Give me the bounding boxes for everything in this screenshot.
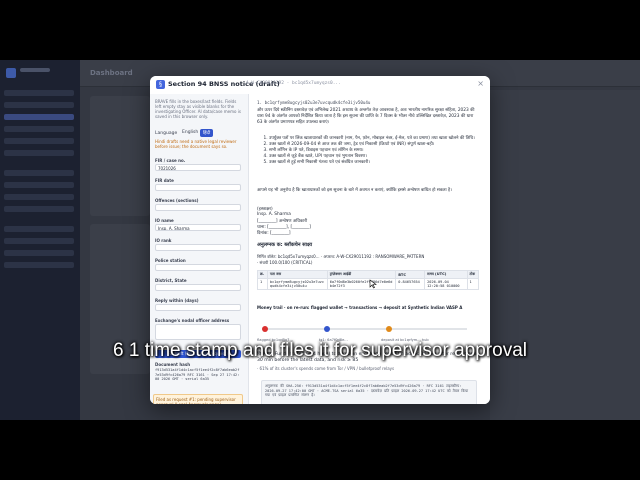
bg-nav-item	[4, 238, 74, 244]
filed-status-box: Filed as request #1: pending supervisor …	[153, 394, 243, 404]
notice-paragraph: और ऊपर दिये स्क्रीनिंग दस्तावेज़ एवं अभि…	[257, 108, 475, 125]
table-header: क्र.	[257, 270, 268, 279]
document-icon: §	[156, 80, 165, 89]
io-rank-label: IO rank	[155, 238, 172, 243]
app-logo-icon	[6, 68, 16, 78]
app-logo-text	[20, 68, 50, 72]
district-input[interactable]	[155, 284, 241, 291]
signature-line: दिनांक: [________]	[257, 231, 291, 236]
bg-nav-item	[4, 262, 74, 268]
table-cell: 1	[257, 278, 268, 290]
modal-subtitle: A-W-CX29011192 · bc1qd5x7umyqzs0...	[246, 81, 341, 86]
screen: Dashboard § Section 94 BNSS notice (draf…	[0, 60, 640, 420]
offences-label: Offences (sections)	[155, 198, 199, 203]
bg-nav-item-active	[4, 114, 74, 120]
table-header: ट्रांज़ेक्शन आईडी	[326, 270, 397, 279]
io-name-label: IO name	[155, 218, 174, 223]
bg-card	[90, 96, 150, 216]
nodal-address-label: Exchange's nodal officer address	[155, 318, 230, 323]
table-cell: 2026-09-04 12:20:58 010000	[424, 278, 468, 290]
table-cell: 6a7f0d8e3b0260fe2f9786d7e0e6db4e72f3	[326, 278, 397, 290]
bg-nav-item	[4, 194, 74, 200]
confidentiality-paragraph: आपसे यह भी अनुरोध है कि खाताधारकों को इस…	[257, 188, 452, 193]
io-name-input[interactable]: Insp. A. Sharma	[155, 224, 241, 231]
bg-nav-item	[4, 126, 74, 132]
table-header: पता स्तर	[266, 270, 328, 279]
fir-label: FIR / case no.	[155, 158, 186, 163]
hash-label: Document hash	[155, 362, 191, 367]
offences-input[interactable]	[155, 204, 241, 211]
table-row: 1 bc1qrfyme8ugcyjs02u3e7uvcqudk4cfe3ijv5…	[257, 278, 480, 290]
bg-nav-item	[4, 102, 74, 108]
table-cell: bc1qrfyme8ugcyjs02u3e7uvcqudk4cfe3ijv50u…	[266, 278, 328, 290]
trail-node-deposit	[386, 326, 392, 332]
modal-header: § Section 94 BNSS notice (draft) A-W-CX2…	[150, 76, 490, 95]
trail-node-transaction	[324, 326, 330, 332]
io-rank-input[interactable]	[155, 244, 241, 251]
fir-input[interactable]: 7021026	[155, 164, 241, 171]
bg-nav-item	[4, 182, 74, 188]
background-right-panel	[490, 90, 640, 420]
mouse-cursor-icon	[369, 279, 377, 289]
nodal-address-input[interactable]	[155, 324, 241, 340]
bg-nav-item	[4, 150, 74, 156]
fir-date-label: FIR date	[155, 178, 174, 183]
hash-summary-box: अनुलग्नक की SHA-256: f913d531a4f1d4c1acf…	[261, 380, 477, 404]
police-station-input[interactable]	[155, 264, 241, 271]
language-hindi-button[interactable]: हिंदी	[200, 129, 214, 137]
transactions-table: क्र. पता स्तर ट्रांज़ेक्शन आईडी BTC समय …	[257, 270, 480, 290]
bg-nav-item	[4, 170, 74, 176]
bg-nav-item	[4, 90, 74, 96]
table-cell: 0.84657654	[395, 278, 426, 290]
reply-days-input[interactable]	[155, 304, 241, 311]
police-station-label: Police station	[155, 258, 186, 263]
bg-nav-item	[4, 138, 74, 144]
list-item: उक्त खातों से हुई सभी निकासी गंतव्य पते …	[269, 160, 485, 166]
table-header: BTC	[395, 270, 426, 279]
money-trail-title: Money trail · on re-run: flagged wallet …	[257, 305, 463, 310]
background-sidebar	[0, 60, 80, 420]
hindi-review-warning: Hindi drafts need a native legal reviewe…	[155, 139, 237, 149]
demand-list: उपर्युक्त पतों पर लिंक खाताधारकों की जान…	[263, 136, 485, 166]
bg-nav-item	[4, 226, 74, 232]
close-icon[interactable]: ×	[477, 79, 484, 88]
table-cell: 1	[466, 278, 480, 290]
annexure-score-line: · संचयी 100.0/100 (CRITICAL)	[257, 260, 313, 265]
language-english-button[interactable]: English	[179, 129, 201, 136]
video-caption: 6 1 time stamp and files it for supervis…	[113, 340, 527, 361]
district-label: District, State	[155, 278, 187, 283]
hash-summary: अनुलग्नक की SHA-256: f913d531a4f1d4c1acf…	[265, 384, 469, 398]
table-header: समय (UTC)	[424, 270, 468, 279]
annexure-title: अनुलग्नक क: ब्लॉकचेन साक्ष्य	[257, 242, 313, 248]
reply-days-label: Reply within (days)	[155, 298, 199, 303]
bg-nav-item	[4, 250, 74, 256]
background-page-title: Dashboard	[90, 69, 133, 77]
table-header: टोक	[466, 270, 480, 279]
wallet-address: 1. bc1qrfyme8ugcyjs02u3e7uvcqudk4cfe3ijv…	[257, 100, 371, 105]
form-note: BRAVE fills in the boxes/last fields. Fi…	[155, 99, 241, 119]
trail-node-flagged	[262, 326, 268, 332]
io-name: Insp. A. Sharma	[257, 212, 291, 217]
bg-nav-item	[4, 206, 74, 212]
table-header-row: क्र. पता स्तर ट्रांज़ेक्शन आईडी BTC समय …	[257, 270, 480, 279]
finding-detail: · 61% of its cluster's spends come from …	[257, 366, 395, 371]
fir-date-input[interactable]	[155, 184, 241, 191]
language-label: Language	[155, 131, 178, 136]
document-hash: f913d531a4f1d4c1acf5f1ee4f2c8f7ab6eab2f7…	[155, 368, 240, 382]
